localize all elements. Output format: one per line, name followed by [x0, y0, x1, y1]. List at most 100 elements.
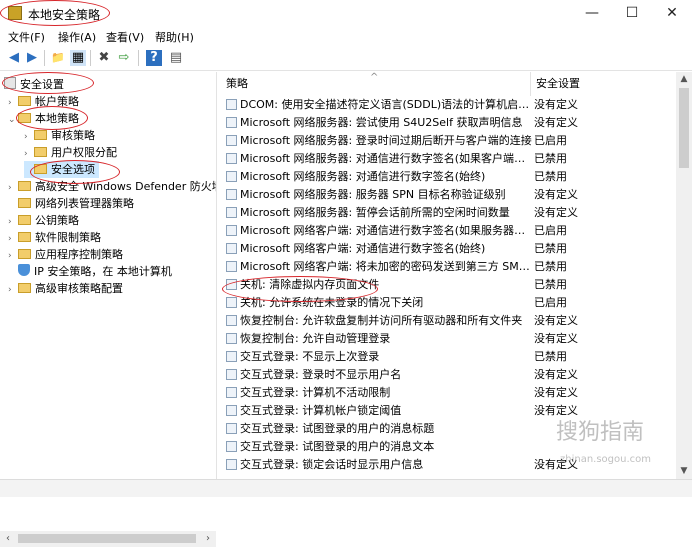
policy-icon [226, 315, 237, 326]
watermark-url: zhinan.sogou.com [560, 454, 652, 465]
scrollbar-thumb[interactable] [679, 88, 689, 168]
title-bar: 本地安全策略 — ☐ ✕ [0, 0, 692, 26]
tree-item-defender-firewall[interactable]: › 高级安全 Windows Defender 防火墙 [8, 178, 216, 195]
tree-item-local-policies[interactable]: ⌄ 本地策略 [8, 110, 79, 127]
sort-chevron-icon: ^ [370, 72, 379, 83]
table-row[interactable]: Microsoft 网络服务器: 对通信进行数字签名(始终) 已禁用 [220, 168, 676, 186]
back-arrow-icon[interactable]: ◀ [6, 50, 22, 66]
status-bar [0, 479, 692, 497]
table-row[interactable]: Microsoft 网络客户端: 对通信进行数字签名(始终) 已禁用 [220, 240, 676, 258]
policy-icon [226, 423, 237, 434]
folder-icon [34, 164, 47, 174]
policy-icon [226, 351, 237, 362]
folder-icon [34, 147, 47, 157]
horizontal-scrollbar[interactable]: ‹ › [0, 531, 216, 547]
table-row[interactable]: Microsoft 网络客户端: 将未加密的密码发送到第三方 SMB... 已禁用 [220, 258, 676, 276]
table-row[interactable]: Microsoft 网络服务器: 登录时间过期后断开与客户端的连接 已启用 [220, 132, 676, 150]
close-button[interactable]: ✕ [652, 2, 692, 24]
table-row[interactable]: Microsoft 网络服务器: 尝试使用 S4U2Self 获取声明信息 没有定… [220, 114, 676, 132]
maximize-button[interactable]: ☐ [612, 2, 652, 24]
folder-icon [18, 198, 31, 208]
vertical-scrollbar[interactable]: ▲ ▼ [676, 72, 692, 479]
expand-chevron-icon[interactable]: › [8, 180, 18, 195]
table-row[interactable]: Microsoft 网络服务器: 服务器 SPN 目标名称验证级别 没有定义 [220, 186, 676, 204]
tree-item-software-restriction[interactable]: › 软件限制策略 [8, 229, 101, 246]
folder-icon [18, 249, 31, 259]
policy-icon [226, 279, 237, 290]
toolbar-separator [138, 50, 139, 66]
table-row[interactable]: Microsoft 网络服务器: 暂停会话前所需的空闲时间数量 没有定义 [220, 204, 676, 222]
policy-icon [226, 117, 237, 128]
policy-icon [226, 405, 237, 416]
collapse-chevron-icon[interactable]: ⌄ [8, 112, 18, 129]
folder-icon [18, 96, 31, 106]
policy-icon [226, 387, 237, 398]
table-row[interactable]: DCOM: 使用安全描述符定义语言(SDDL)语法的计算机启动... 没有定义 [220, 96, 676, 114]
policy-icon [226, 459, 237, 470]
scroll-right-icon[interactable]: › [200, 531, 216, 547]
toolbar-separator [44, 50, 45, 66]
table-row[interactable]: 交互式登录: 登录时不显示用户名 没有定义 [220, 366, 676, 384]
minimize-button[interactable]: — [572, 2, 612, 24]
menu-action[interactable]: 操作(A) [58, 29, 96, 45]
table-row[interactable]: 恢复控制台: 允许软盘复制并访问所有驱动器和所有文件夹 没有定义 [220, 312, 676, 330]
table-row[interactable]: Microsoft 网络客户端: 对通信进行数字签名(如果服务器允... 已启用 [220, 222, 676, 240]
help-icon[interactable]: ? [146, 50, 162, 66]
policy-icon [226, 171, 237, 182]
menu-view[interactable]: 查看(V) [106, 29, 144, 45]
policy-icon [226, 369, 237, 380]
table-row[interactable]: 恢复控制台: 允许自动管理登录 没有定义 [220, 330, 676, 348]
policy-icon [226, 207, 237, 218]
toolbar-separator [90, 50, 91, 66]
tree-item-network-list[interactable]: 网络列表管理器策略 [8, 195, 134, 212]
policy-icon [226, 441, 237, 452]
tree-pane: 安全设置 › 帐户策略 ⌄ 本地策略 › 审核策略 › 用户权限分配 安全选项 › 高级安… [0, 72, 217, 547]
delete-icon[interactable]: ✖ [96, 50, 112, 66]
column-header-policy[interactable]: 策略 ^ [220, 72, 531, 96]
folder-icon [18, 283, 31, 293]
folder-open-icon [18, 113, 31, 123]
scroll-left-icon[interactable]: ‹ [0, 531, 16, 547]
scrollbar-thumb[interactable] [18, 534, 196, 543]
tree-item-app-control[interactable]: › 应用程序控制策略 [8, 246, 123, 263]
table-row[interactable]: 关机: 允许系统在未登录的情况下关闭 已启用 [220, 294, 676, 312]
forward-arrow-icon[interactable]: ▶ [24, 50, 40, 66]
table-row[interactable]: 交互式登录: 不显示上次登录 已禁用 [220, 348, 676, 366]
policy-icon [226, 333, 237, 344]
expand-chevron-icon[interactable]: › [8, 282, 18, 299]
ip-security-icon [18, 264, 30, 276]
scroll-down-icon[interactable]: ▼ [676, 464, 692, 478]
toolbar: ◀ ▶ 📁 ▦ ✖ ⇨ ? ▤ [0, 46, 692, 71]
tree-item-user-rights[interactable]: › 用户权限分配 [24, 144, 117, 161]
policy-icon [226, 99, 237, 110]
show-hide-tree-icon[interactable]: ▦ [70, 50, 86, 66]
properties-icon[interactable]: ▤ [168, 50, 184, 66]
tree-item-public-key[interactable]: › 公钥策略 [8, 212, 79, 229]
menu-help[interactable]: 帮助(H) [155, 29, 194, 45]
policy-icon [226, 153, 237, 164]
menu-file[interactable]: 文件(F) [8, 29, 45, 45]
policy-icon [226, 297, 237, 308]
column-header-setting[interactable]: 安全设置 [530, 72, 677, 96]
folder-icon [18, 215, 31, 225]
policy-icon [226, 189, 237, 200]
menu-bar: 文件(F) 操作(A) 查看(V) 帮助(H) [0, 26, 692, 46]
tree-item-security-settings[interactable]: 安全设置 [4, 76, 64, 93]
policy-icon [226, 261, 237, 272]
tree-item-account-policies[interactable]: › 帐户策略 [8, 93, 79, 110]
security-settings-icon [4, 77, 16, 89]
export-list-icon[interactable]: ⇨ [116, 50, 132, 66]
tree-item-advanced-audit[interactable]: › 高级审核策略配置 [8, 280, 123, 297]
tree-item-audit-policy[interactable]: › 审核策略 [24, 127, 95, 144]
tree-item-ip-security[interactable]: IP 安全策略，在 本地计算机 [8, 263, 172, 280]
window-title: 本地安全策略 [28, 8, 101, 22]
tree-item-security-options[interactable]: 安全选项 [24, 161, 99, 178]
policy-icon [226, 225, 237, 236]
folder-icon [18, 181, 31, 191]
table-row[interactable]: Microsoft 网络服务器: 对通信进行数字签名(如果客户端允... 已禁用 [220, 150, 676, 168]
policy-icon [226, 243, 237, 254]
up-folder-icon[interactable]: 📁 [50, 50, 66, 66]
scroll-up-icon[interactable]: ▲ [676, 72, 692, 86]
table-row-clear-pagefile[interactable]: 关机: 清除虚拟内存页面文件 已禁用 [220, 276, 676, 294]
table-row[interactable]: 交互式登录: 计算机不活动限制 没有定义 [220, 384, 676, 402]
